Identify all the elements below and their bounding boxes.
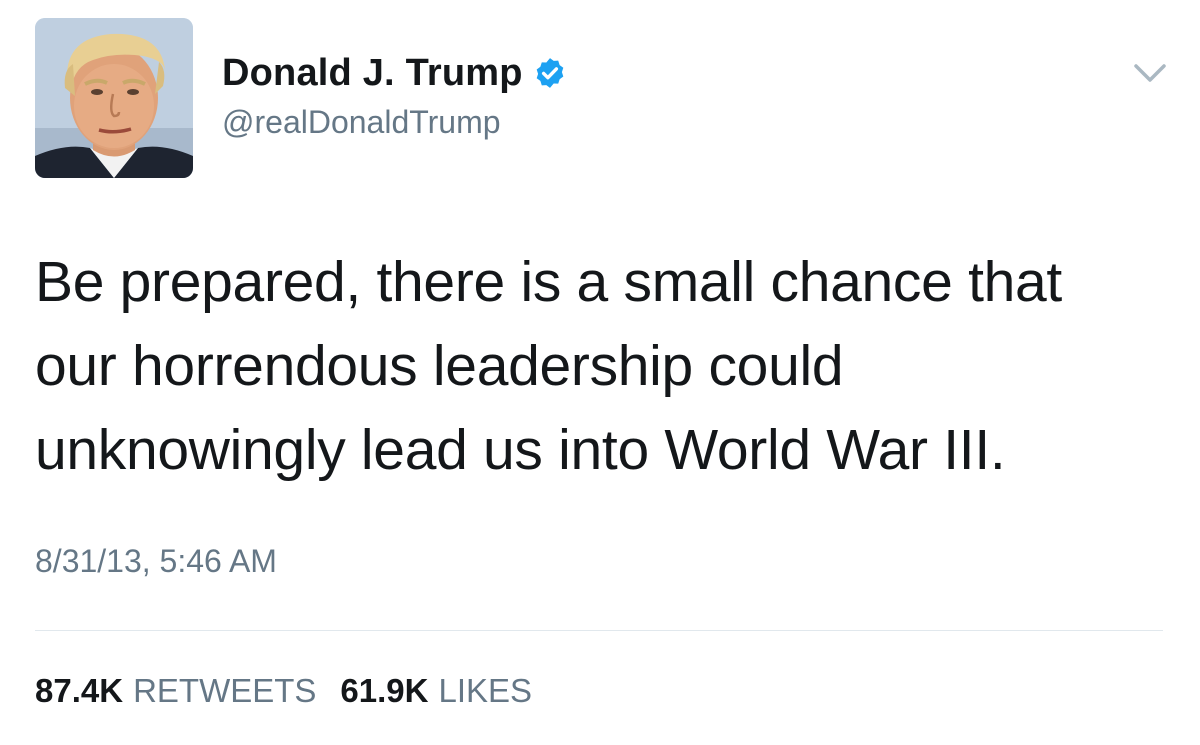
- likes-stat[interactable]: 61.9K LIKES: [340, 672, 532, 710]
- tweet-text-line: unknowingly lead us into World War III.: [35, 418, 1006, 482]
- tweet-card: Donald J. Trump @realDonaldTrump Be prep…: [0, 0, 1200, 745]
- retweets-count: 87.4K: [35, 672, 124, 709]
- tweet-text-line: our horrendous leadership could: [35, 334, 844, 398]
- tweet-stats: 87.4K RETWEETS 61.9K LIKES: [35, 672, 556, 710]
- chevron-down-icon[interactable]: [1130, 58, 1170, 88]
- retweets-stat[interactable]: 87.4K RETWEETS: [35, 672, 316, 710]
- author-handle[interactable]: @realDonaldTrump: [222, 104, 501, 141]
- tweet-text-line: Be prepared, there is a small chance tha…: [35, 250, 1062, 314]
- likes-count: 61.9K: [340, 672, 429, 709]
- author-name-row: Donald J. Trump: [222, 48, 567, 98]
- retweets-label: RETWEETS: [133, 672, 317, 709]
- author-display-name[interactable]: Donald J. Trump: [222, 52, 523, 95]
- avatar[interactable]: [35, 18, 193, 178]
- verified-badge-icon: [533, 56, 567, 90]
- tweet-text: Be prepared, there is a small chance tha…: [35, 240, 1165, 492]
- avatar-image: [35, 18, 193, 178]
- tweet-timestamp[interactable]: 8/31/13, 5:46 AM: [35, 543, 277, 580]
- divider: [35, 630, 1163, 631]
- likes-label: LIKES: [438, 672, 533, 709]
